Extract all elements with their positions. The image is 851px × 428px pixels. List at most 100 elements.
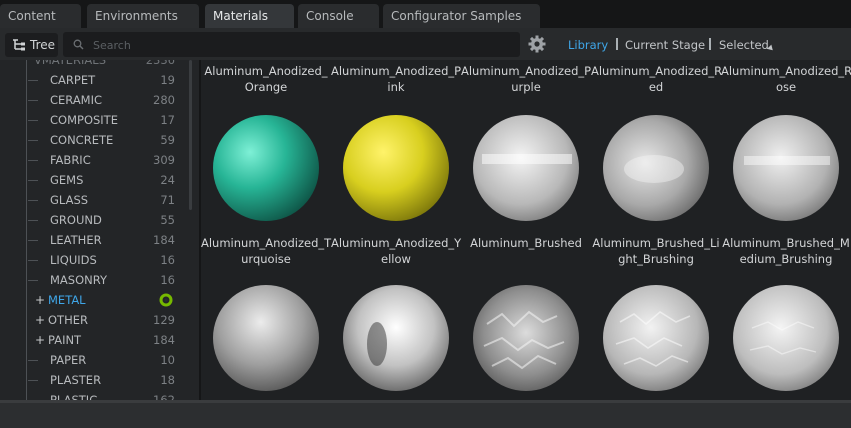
material-preview-sphere xyxy=(473,115,579,221)
search-icon xyxy=(73,39,84,50)
tab-bar: Content Environments Materials Console C… xyxy=(0,0,851,28)
material-card[interactable]: Aluminum_Brushed_M edium_Brushing xyxy=(721,232,851,400)
tree-item-label: PLASTIC xyxy=(50,393,98,400)
tree-item-count: 162 xyxy=(153,393,175,400)
tree-item-fabric[interactable]: FABRIC 309 xyxy=(0,150,190,170)
tree-item-count: 55 xyxy=(160,213,175,227)
tree-item-count: 16 xyxy=(160,253,175,267)
tree-item-label: VMATERIALS xyxy=(34,60,107,67)
material-preview-sphere xyxy=(473,285,579,391)
material-preview-sphere xyxy=(733,285,839,391)
search-box[interactable] xyxy=(63,32,520,57)
expand-icon[interactable]: + xyxy=(35,290,45,310)
tree-item-gems[interactable]: GEMS 24 xyxy=(0,170,190,190)
tree-item-concrete[interactable]: CONCRETE 59 xyxy=(0,130,190,150)
tree-item-glass[interactable]: GLASS 71 xyxy=(0,190,190,210)
tab-content[interactable]: Content xyxy=(0,4,81,28)
tree-item-other[interactable]: + OTHER 129 xyxy=(0,310,190,330)
tree-item-vmaterials[interactable]: VMATERIALS 2336 xyxy=(0,60,190,70)
tab-label: Materials xyxy=(213,9,269,23)
tree-item-label: GEMS xyxy=(50,173,84,187)
tree-item-liquids[interactable]: LIQUIDS 16 xyxy=(0,250,190,270)
search-input[interactable] xyxy=(91,35,515,56)
tree-item-label: GROUND xyxy=(50,213,102,227)
tab-label: Configurator Samples xyxy=(391,9,522,23)
tree-item-count: 280 xyxy=(153,93,175,107)
tree-item-composite[interactable]: COMPOSITE 17 xyxy=(0,110,190,130)
material-name: Aluminum_Brushed_Li ght_Brushing xyxy=(592,236,720,266)
material-preview-sphere xyxy=(213,285,319,391)
material-name: Aluminum_Anodized_ Orange xyxy=(204,64,328,94)
filter-current-stage[interactable]: Current Stage xyxy=(625,38,705,52)
tree-item-count: 309 xyxy=(153,153,175,167)
tree-item-leather[interactable]: LEATHER 184 xyxy=(0,230,190,250)
material-name: Aluminum_Anodized_R ose xyxy=(721,64,851,94)
tree-item-count: 184 xyxy=(153,233,175,247)
material-card[interactable]: Aluminum_Anodized_P ink xyxy=(331,60,461,235)
material-preview-sphere xyxy=(733,115,839,221)
tree-item-count: 24 xyxy=(160,173,175,187)
tree-item-metal[interactable]: + METAL xyxy=(0,290,190,310)
tree-item-count: 18 xyxy=(160,373,175,387)
tree-toggle-button[interactable]: Tree xyxy=(5,33,58,57)
material-preview-sphere xyxy=(603,115,709,221)
material-card[interactable]: Aluminum_Brushed_Li ght_Brushing xyxy=(591,232,721,400)
tree-item-label: PAINT xyxy=(48,333,82,347)
material-name: Aluminum_Brushed xyxy=(470,236,582,250)
tree-item-label: PLASTER xyxy=(50,373,102,387)
material-card[interactable]: Aluminum_Anodized_T urquoise xyxy=(201,232,331,400)
expand-icon[interactable]: + xyxy=(35,310,45,330)
tree-icon xyxy=(13,39,25,51)
material-name: Aluminum_Brushed_M edium_Brushing xyxy=(722,236,850,266)
tab-console[interactable]: Console xyxy=(298,4,379,28)
filter-selected[interactable]: Selected xyxy=(719,38,769,52)
gear-icon[interactable] xyxy=(527,34,547,54)
tree-item-count: 2336 xyxy=(145,60,175,67)
status-bar xyxy=(0,400,851,428)
material-card[interactable]: Aluminum_Anodized_R ed xyxy=(591,60,723,235)
tab-environments[interactable]: Environments xyxy=(87,4,199,28)
tree-item-ground[interactable]: GROUND 55 xyxy=(0,210,190,230)
tree-scrollbar[interactable] xyxy=(189,60,192,210)
tab-label: Environments xyxy=(95,9,178,23)
material-card[interactable]: Aluminum_Brushed xyxy=(461,232,591,400)
filter-library[interactable]: Library xyxy=(568,38,608,52)
material-grid: Aluminum_Anodized_ Orange Aluminum_Anodi… xyxy=(201,60,851,400)
material-card[interactable]: Aluminum_Anodized_Y ellow xyxy=(331,232,461,400)
material-card[interactable]: Aluminum_Anodized_R ose xyxy=(721,60,851,235)
toolbar: Tree Library Current Stage Selected xyxy=(0,28,851,60)
material-preview-sphere xyxy=(343,115,449,221)
spinner-icon xyxy=(159,293,173,307)
material-name: Aluminum_Anodized_P ink xyxy=(331,64,462,94)
tree-item-paper[interactable]: PAPER 10 xyxy=(0,350,190,370)
tree-item-plastic[interactable]: PLASTIC 162 xyxy=(0,390,190,400)
tree-label: Tree xyxy=(30,38,56,52)
tree-item-count: 71 xyxy=(160,193,175,207)
tree-item-count: 19 xyxy=(160,73,175,87)
material-preview-sphere xyxy=(213,115,319,221)
tree-item-count: 10 xyxy=(160,353,175,367)
tree-item-label: GLASS xyxy=(50,193,89,207)
material-name: Aluminum_Anodized_Y ellow xyxy=(331,236,462,266)
tree-item-masonry[interactable]: MASONRY 16 xyxy=(0,270,190,290)
expand-icon[interactable]: + xyxy=(35,330,45,350)
tab-materials[interactable]: Materials xyxy=(205,4,294,28)
tree-item-label: FABRIC xyxy=(50,153,91,167)
material-preview-sphere xyxy=(343,285,449,391)
tab-configurator-samples[interactable]: Configurator Samples xyxy=(383,4,540,28)
material-card[interactable]: Aluminum_Anodized_P urple xyxy=(461,60,591,235)
tree-item-paint[interactable]: + PAINT 184 xyxy=(0,330,190,350)
material-name: Aluminum_Anodized_T urquoise xyxy=(201,236,332,266)
tree-item-carpet[interactable]: CARPET 19 xyxy=(0,70,190,90)
tree-item-ceramic[interactable]: CERAMIC 280 xyxy=(0,90,190,110)
filter-separator xyxy=(709,38,711,50)
tree-item-count: 184 xyxy=(153,333,175,347)
tree-item-label: OTHER xyxy=(48,313,88,327)
tree-item-count: 16 xyxy=(160,273,175,287)
tree-item-label: PAPER xyxy=(50,353,87,367)
tree-item-label: CONCRETE xyxy=(50,133,114,147)
material-card[interactable]: Aluminum_Anodized_ Orange xyxy=(201,60,331,235)
tree-item-plaster[interactable]: PLASTER 18 xyxy=(0,370,190,390)
material-name: Aluminum_Anodized_P urple xyxy=(461,64,592,94)
material-name: Aluminum_Anodized_R ed xyxy=(591,64,723,94)
